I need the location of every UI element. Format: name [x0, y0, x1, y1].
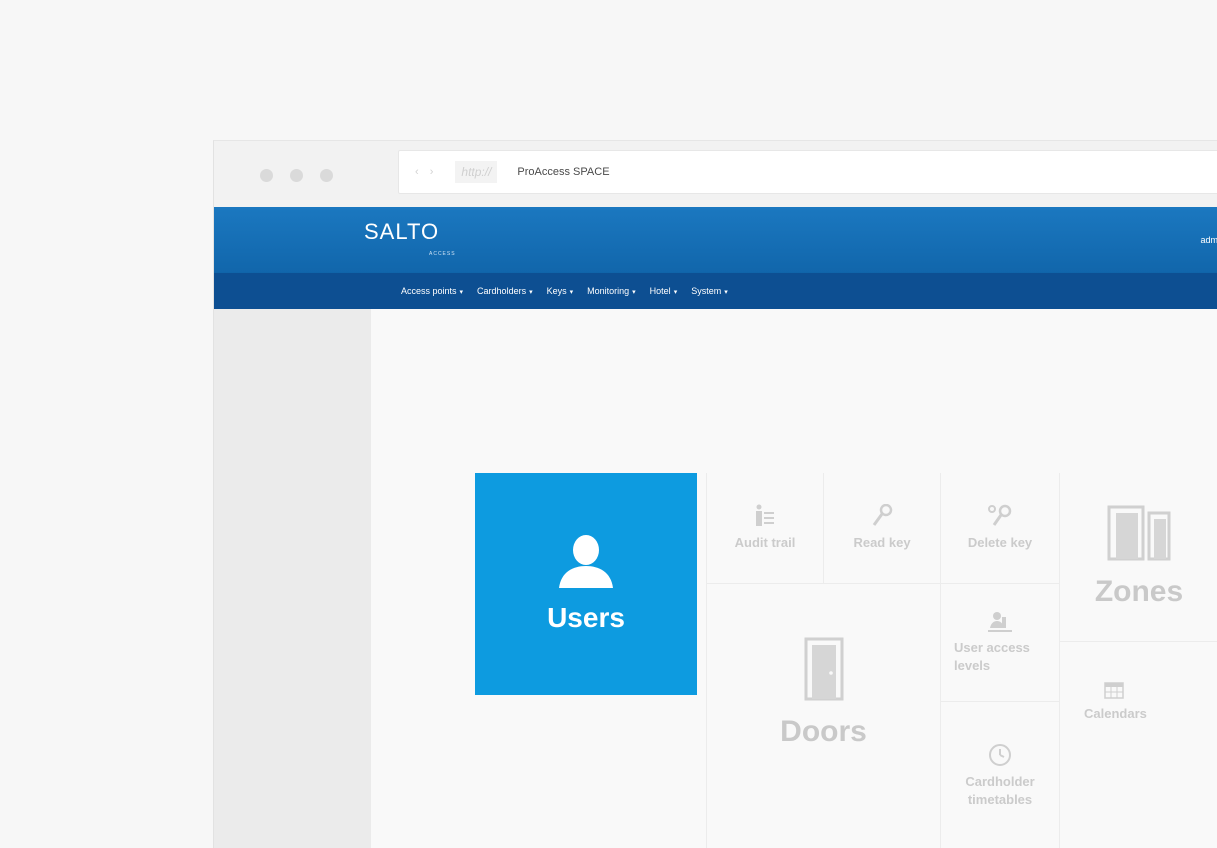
browser-titlebar: ‹ › http:// ProAccess SPACE — [214, 141, 1217, 207]
calendars-tile[interactable]: Calendars — [1060, 642, 1217, 762]
delete-key-tile[interactable]: Delete key — [941, 473, 1059, 583]
browser-window: ‹ › http:// ProAccess SPACE SALTO ACCESS… — [213, 140, 1217, 848]
maximize-window-button[interactable] — [320, 169, 333, 182]
grid-divider — [706, 583, 1059, 584]
chevron-down-icon: ▾ — [632, 289, 636, 296]
app-header: SALTO ACCESS adm — [214, 207, 1217, 273]
user-access-levels-tile[interactable]: User access levels — [941, 585, 1059, 701]
read-key-tile[interactable]: Read key — [824, 473, 940, 583]
door-icon — [804, 637, 843, 701]
dashboard-content: Users Audit trail Read key Delete key Zo… — [371, 309, 1217, 848]
minimize-window-button[interactable] — [290, 169, 303, 182]
menu-system[interactable]: System ▾ — [691, 286, 728, 296]
chevron-down-icon: ▾ — [569, 289, 574, 296]
close-window-button[interactable] — [260, 169, 273, 182]
side-panel — [214, 309, 371, 848]
menu-cardholders[interactable]: Cardholders ▾ — [477, 286, 533, 296]
users-tile-label: Users — [547, 602, 625, 633]
user-menu[interactable]: adm — [1200, 235, 1217, 245]
cardholder-timetables-label: Cardholder timetables — [965, 773, 1035, 807]
salto-logo: SALTO — [364, 219, 440, 244]
doors-tile[interactable]: Doors — [707, 585, 940, 848]
main-menu: Access points ▾ Cardholders ▾ Keys ▾ Monito… — [214, 273, 1217, 309]
audit-trail-icon — [756, 504, 774, 527]
delete-key-icon — [988, 504, 1012, 527]
doors-label: Doors — [780, 715, 867, 748]
back-forward-arrows-icon[interactable]: ‹ › — [415, 166, 437, 178]
url-protocol: http:// — [455, 161, 498, 183]
chevron-down-icon: ▾ — [673, 289, 678, 296]
user-silhouette-icon — [559, 535, 613, 588]
menu-hotel[interactable]: Hotel ▾ — [650, 286, 678, 296]
zones-tile[interactable]: Zones — [1060, 473, 1217, 641]
chevron-down-icon: ▾ — [529, 289, 533, 296]
zones-label: Zones — [1094, 575, 1184, 608]
cardholder-timetables-tile[interactable]: Cardholder timetables — [941, 702, 1059, 848]
menu-monitoring[interactable]: Monitoring ▾ — [587, 286, 636, 296]
chevron-down-icon: ▾ — [724, 289, 728, 296]
calendars-label: Calendars — [1084, 706, 1147, 722]
zones-doors-icon — [1107, 505, 1171, 561]
salto-logo-subtitle: ACCESS — [429, 251, 456, 257]
menu-access-points[interactable]: Access points ▾ — [401, 286, 463, 296]
access-levels-icon — [988, 612, 1012, 633]
clock-icon — [989, 743, 1011, 766]
menu-keys[interactable]: Keys ▾ — [547, 286, 574, 296]
address-bar[interactable]: ‹ › http:// ProAccess SPACE — [398, 150, 1217, 194]
read-key-label: Read key — [853, 535, 911, 551]
users-tile[interactable]: Users — [475, 473, 697, 695]
chevron-down-icon: ▾ — [459, 289, 464, 296]
audit-trail-label: Audit trail — [734, 535, 796, 551]
calendar-icon — [1104, 682, 1124, 699]
user-access-levels-label: User access levels — [954, 640, 1030, 673]
audit-trail-tile[interactable]: Audit trail — [707, 473, 823, 583]
key-icon — [872, 504, 893, 527]
page-title: ProAccess SPACE — [517, 166, 610, 178]
delete-key-label: Delete key — [967, 535, 1033, 551]
